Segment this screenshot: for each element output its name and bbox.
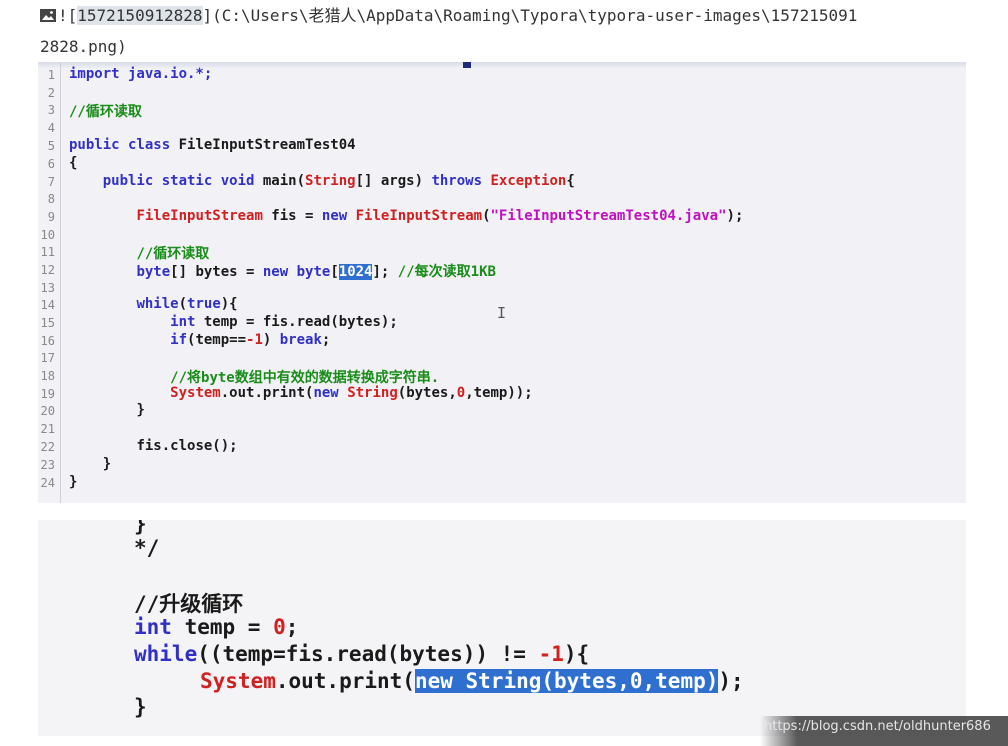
markdown-path: ](C:\Users\老猎人\AppData\Roaming\Typora\ty… [202, 6, 858, 25]
line-number: 23 [40, 458, 55, 472]
code-line-9: FileInputStream fis = new FileInputStrea… [136, 208, 744, 224]
code-line-20: } [136, 402, 145, 418]
code-line-11: //循环读取 [136, 246, 210, 262]
ruler-marker [463, 62, 471, 68]
line-number: 9 [47, 210, 55, 224]
line-number: 7 [47, 175, 55, 189]
line-number: 2 [47, 86, 55, 100]
markdown-line-2: 2828.png) [40, 37, 127, 56]
image-icon [40, 9, 56, 22]
code-line-6: { [69, 155, 78, 171]
line-number: 11 [40, 245, 55, 259]
snippet-line-2: */ [134, 536, 160, 560]
markdown-alt-text: 1572150912828 [77, 6, 203, 25]
line-number: 24 [40, 476, 55, 490]
code-line-15: int temp = fis.read(bytes); [170, 314, 398, 330]
code-line-1: import java.io.*; [69, 66, 212, 82]
selected-new-string: new String(bytes,0,temp) [414, 669, 719, 693]
selected-1024: 1024 [338, 264, 373, 280]
line-number: 18 [40, 369, 55, 383]
line-number: 19 [40, 387, 55, 401]
code-line-18: //将byte数组中有效的数据转换成字符串. [170, 370, 440, 386]
line-number: 12 [40, 263, 55, 277]
snippet-line-close: } [134, 695, 147, 719]
line-number: 3 [47, 103, 55, 117]
snippet-line-print: System.out.print(new String(bytes,0,temp… [200, 669, 744, 693]
code-line-3: //循环读取 [69, 104, 142, 120]
snippet-line-while: while((temp=fis.read(bytes)) != -1){ [134, 642, 590, 666]
snippet-line-int: int temp = 0; [134, 615, 299, 639]
code-line-22: fis.close(); [136, 438, 238, 454]
code-line-16: if(temp==-1) break; [170, 332, 331, 348]
code-line-24: } [69, 474, 78, 490]
line-number: 4 [47, 121, 55, 135]
code-line-14: while(true){ [136, 296, 238, 312]
code-line-12: byte[] bytes = new byte[1024]; //每次读取1KB [136, 264, 496, 280]
code-snippet-screenshot: } */ //升级循环 int temp = 0; while((temp=fi… [38, 520, 966, 736]
line-number: 15 [40, 316, 55, 330]
line-number: 1 [47, 68, 55, 82]
code-editor-screenshot: 1 2 3 4 5 6 7 8 9 10 11 12 13 14 15 16 17 18 19 20 21 22 23 24 … [38, 62, 966, 503]
line-number: 20 [40, 404, 55, 418]
line-number: 21 [40, 422, 55, 436]
snippet-line-comment: //升级循环 [134, 592, 244, 616]
line-number: 8 [47, 192, 55, 206]
markdown-image-source-line[interactable]: ![1572150912828](C:\Users\老猎人\AppData\Ro… [40, 0, 980, 62]
line-number: 13 [40, 281, 55, 295]
watermark: https://blog.csdn.net/oldhunter686 [760, 716, 1008, 746]
markdown-line-1: ![1572150912828](C:\Users\老猎人\AppData\Ro… [40, 0, 980, 31]
line-number: 5 [47, 139, 55, 153]
snippet-line-1: } [134, 520, 147, 536]
line-number: 17 [40, 351, 55, 365]
code-line-7: public static void main(String[] args) t… [102, 173, 575, 189]
markdown-prefix: ![ [58, 6, 78, 25]
line-number: 16 [40, 334, 55, 348]
line-number: 22 [40, 440, 55, 454]
code-line-5: public class FileInputStreamTest04 [69, 137, 356, 153]
line-number: 10 [40, 228, 55, 242]
line-number: 6 [47, 157, 55, 171]
line-number: 14 [40, 298, 55, 312]
code-line-19: System.out.print(new String(bytes,0,temp… [170, 385, 533, 401]
text-cursor-icon: I [497, 304, 507, 322]
code-line-23: } [102, 456, 112, 472]
import-statement: import java.io.*; [69, 66, 213, 82]
